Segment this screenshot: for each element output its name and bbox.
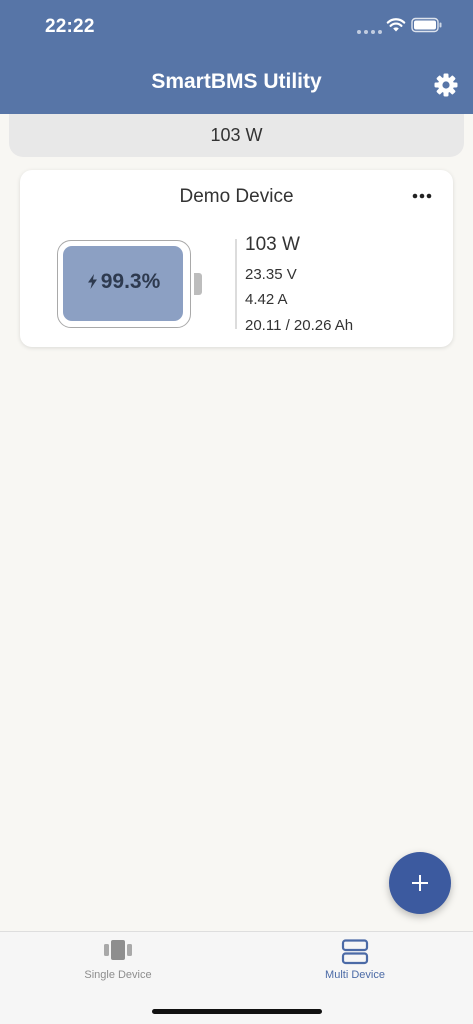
tab-multi-device-label: Multi Device	[325, 969, 385, 981]
device-card[interactable]: Demo Device 99.3% 103 W 23.35 V 4.42 A 2…	[20, 170, 453, 347]
tab-multi-device[interactable]: Multi Device	[237, 932, 473, 1002]
device-name: Demo Device	[179, 186, 294, 207]
wifi-icon	[386, 18, 406, 32]
status-time: 22:22	[45, 16, 95, 37]
tab-single-device-label: Single Device	[84, 969, 152, 981]
device-current: 4.42 A	[245, 291, 288, 308]
app-header: 22:22 SmartBMS Utility	[0, 0, 473, 114]
tab-single-device[interactable]: Single Device	[0, 932, 236, 1002]
device-voltage: 23.35 V	[245, 266, 297, 283]
settings-button[interactable]	[432, 71, 460, 99]
battery-status-icon	[411, 17, 442, 33]
battery-level: 99.3%	[60, 270, 188, 294]
plus-icon	[412, 875, 428, 891]
battery-level-value: 99.3%	[100, 270, 161, 293]
bolt-icon	[87, 274, 97, 289]
device-power: 103 W	[245, 234, 300, 255]
home-indicator	[152, 1009, 322, 1014]
stats-divider	[235, 239, 237, 329]
device-capacity: 20.11 / 20.26 Ah	[245, 317, 354, 334]
multi-device-icon	[341, 939, 369, 965]
total-power-summary: 103 W	[9, 114, 464, 157]
cellular-signal-icon	[357, 30, 382, 34]
status-bar: 22:22	[0, 0, 473, 56]
gear-icon	[434, 73, 458, 97]
device-menu-button[interactable]	[408, 186, 436, 206]
ellipsis-icon	[412, 193, 432, 199]
single-device-icon	[104, 940, 132, 960]
battery-terminal	[194, 273, 202, 295]
app-title: SmartBMS Utility	[151, 70, 322, 93]
add-device-button[interactable]	[389, 852, 451, 914]
